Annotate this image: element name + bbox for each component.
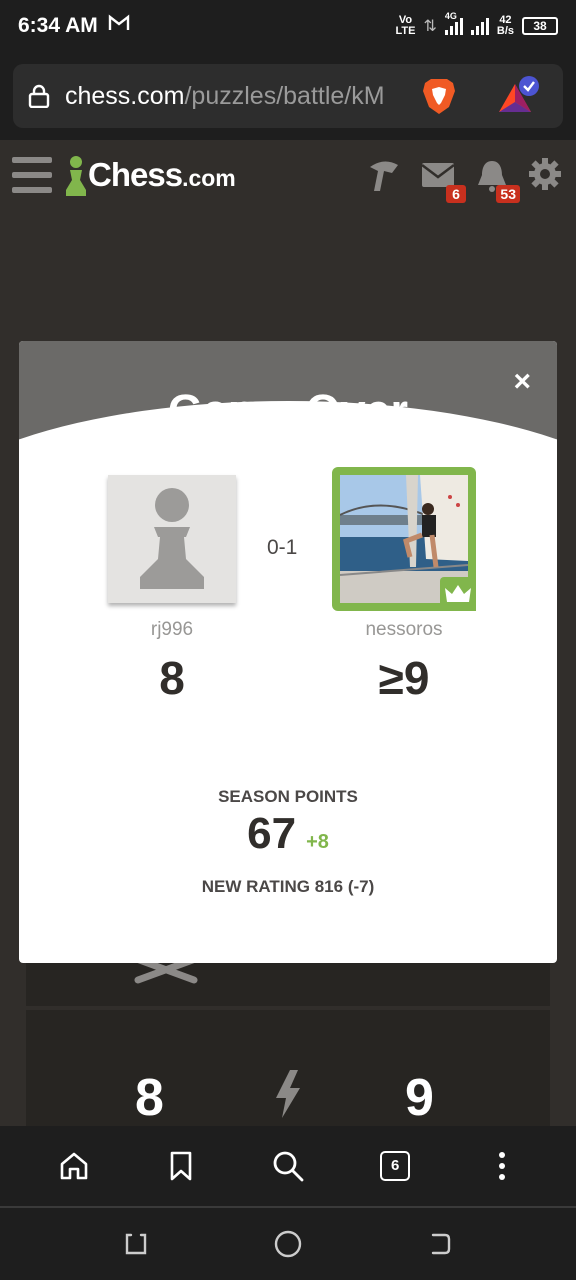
messages-icon[interactable]: 6 bbox=[420, 157, 466, 203]
recents-icon bbox=[125, 1233, 147, 1255]
url-text[interactable]: chess.com/puzzles/battle/kM bbox=[65, 82, 405, 111]
player-left-avatar[interactable] bbox=[108, 475, 236, 603]
lightning-icon bbox=[276, 1070, 300, 1118]
back-icon bbox=[431, 1233, 451, 1255]
premium-crown-icon bbox=[440, 577, 476, 611]
circle-home-icon bbox=[274, 1230, 302, 1258]
status-time: 6:34 AM bbox=[18, 14, 98, 37]
notifications-badge: 53 bbox=[496, 185, 520, 203]
play-icon[interactable] bbox=[366, 157, 402, 193]
background-score-right: 9 bbox=[405, 1069, 434, 1127]
background-score-left: 8 bbox=[135, 1069, 164, 1127]
data-arrows-icon: ⇅ bbox=[423, 18, 437, 35]
tabs-button[interactable]: 6 bbox=[375, 1146, 415, 1186]
new-rating: NEW RATING 816 (-7) bbox=[201, 877, 375, 896]
home-button[interactable] bbox=[54, 1146, 94, 1186]
logo-text: Chess bbox=[88, 156, 183, 193]
messages-badge: 6 bbox=[446, 185, 466, 203]
brave-shields-icon[interactable] bbox=[421, 77, 457, 115]
pawn-logo-icon bbox=[66, 156, 86, 196]
menu-icon[interactable] bbox=[12, 157, 52, 193]
game-result: 0-1 bbox=[267, 536, 298, 559]
home-nav-button[interactable] bbox=[268, 1224, 308, 1264]
season-points-value: 67 bbox=[247, 809, 297, 858]
season-points-label: SEASON POINTS bbox=[218, 787, 358, 806]
network-speed: 42 B/s bbox=[497, 15, 514, 37]
recents-button[interactable] bbox=[116, 1224, 156, 1264]
rewards-icon[interactable] bbox=[495, 76, 541, 116]
signal-icon-2 bbox=[470, 17, 489, 35]
chess-logo[interactable]: Chess .com bbox=[64, 154, 236, 196]
player-right-name[interactable]: nessoros bbox=[332, 619, 476, 641]
browser-bottom-bar: 6 bbox=[0, 1126, 576, 1206]
modal-title: Game Over bbox=[167, 385, 409, 436]
season-points-delta: +8 bbox=[306, 831, 329, 853]
search-icon bbox=[273, 1151, 304, 1182]
url-domain: chess.com bbox=[65, 81, 185, 110]
player-right-score: ≥9 bbox=[378, 652, 430, 704]
season-points-row: 67 +8 bbox=[19, 809, 557, 859]
browser-toolbar: chess.com/puzzles/battle/kM bbox=[0, 52, 576, 140]
notifications-icon[interactable]: 53 bbox=[474, 157, 520, 203]
site-header: Chess .com 6 53 bbox=[0, 140, 576, 210]
settings-gear-icon[interactable] bbox=[528, 157, 564, 193]
signal-icon: 4G bbox=[444, 11, 463, 35]
search-button[interactable] bbox=[268, 1146, 308, 1186]
home-icon bbox=[60, 1152, 87, 1180]
status-bar: 6:34 AM Vo LTE ⇅ 4G 42 B/s 38 bbox=[0, 0, 576, 52]
default-pawn-avatar-icon bbox=[140, 488, 204, 589]
system-nav-bar bbox=[0, 1208, 576, 1280]
player-left-score: 8 bbox=[159, 652, 185, 704]
address-bar[interactable]: chess.com/puzzles/battle/kM bbox=[13, 64, 563, 128]
gmail-icon bbox=[108, 14, 130, 38]
more-vertical-icon bbox=[499, 1152, 506, 1180]
tab-count: 6 bbox=[380, 1151, 411, 1181]
network-gen: 4G bbox=[444, 11, 457, 21]
player-left-name[interactable]: rj996 bbox=[108, 619, 236, 641]
speed-unit: B/s bbox=[496, 25, 514, 37]
volte-indicator: Vo LTE bbox=[396, 15, 416, 37]
lock-icon bbox=[28, 84, 50, 108]
more-menu-button[interactable] bbox=[482, 1146, 522, 1186]
volte-bottom: LTE bbox=[395, 25, 416, 37]
back-button[interactable] bbox=[420, 1224, 460, 1264]
url-path: /puzzles/battle/kM bbox=[184, 81, 385, 110]
logo-suffix: .com bbox=[182, 164, 236, 191]
player-right-avatar[interactable] bbox=[332, 467, 476, 611]
bookmark-icon bbox=[170, 1151, 192, 1181]
game-over-modal: × Game Over 0-1 rj996 nessoros 8 ≥9 SEAS… bbox=[19, 341, 557, 963]
battery-icon: 38 bbox=[522, 17, 558, 35]
bookmarks-button[interactable] bbox=[161, 1146, 201, 1186]
